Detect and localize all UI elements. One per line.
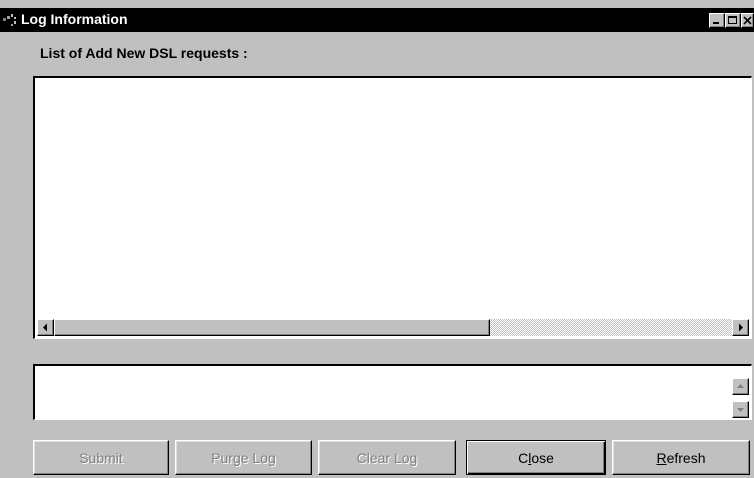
close-button[interactable]: Close <box>466 440 606 475</box>
close-icon <box>743 16 752 25</box>
log-information-window: Log Information List of Add New DSL requ… <box>0 0 754 478</box>
horizontal-scrollbar[interactable] <box>37 319 749 336</box>
purge-log-label: Purge Log <box>211 449 276 466</box>
title-bar[interactable]: Log Information <box>0 8 754 32</box>
scroll-up-button[interactable] <box>732 378 749 395</box>
window-title: Log Information <box>21 11 128 27</box>
scroll-down-button[interactable] <box>732 401 749 418</box>
scroll-left-button[interactable] <box>37 319 54 336</box>
close-window-button[interactable] <box>741 13 754 28</box>
submit-label: Submit <box>79 449 123 466</box>
maximize-button[interactable] <box>725 13 741 28</box>
vertical-scrollbar[interactable] <box>732 368 749 418</box>
minimize-button[interactable] <box>709 13 725 28</box>
clear-log-label: Clear Log <box>356 449 418 466</box>
arrow-down-icon <box>737 408 744 412</box>
purge-log-button[interactable]: Purge Log <box>175 440 312 475</box>
scroll-right-button[interactable] <box>732 319 749 336</box>
refresh-label: Refresh <box>656 449 706 466</box>
arrow-left-icon <box>43 323 47 332</box>
app-icon[interactable] <box>2 12 18 28</box>
arrow-up-icon <box>737 384 744 388</box>
message-textbox[interactable] <box>33 364 752 420</box>
maximize-icon <box>728 16 737 24</box>
refresh-button[interactable]: Refresh <box>612 440 750 475</box>
clear-log-button[interactable]: Clear Log <box>318 440 456 475</box>
submit-button[interactable]: Submit <box>33 440 169 475</box>
close-label: Close <box>518 449 554 466</box>
minimize-icon <box>713 22 719 24</box>
scroll-thumb[interactable] <box>54 319 490 336</box>
arrow-right-icon <box>739 323 743 332</box>
list-label: List of Add New DSL requests : <box>40 45 248 61</box>
dsl-requests-list[interactable] <box>33 76 752 339</box>
